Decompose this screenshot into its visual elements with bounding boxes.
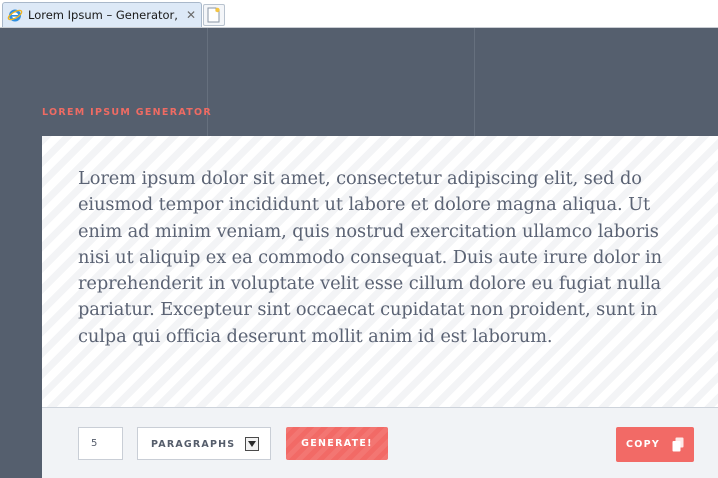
new-tab-icon [207, 7, 220, 23]
unit-select-value: PARAGRAPHS [151, 439, 236, 450]
copy-button[interactable]: COPY [616, 427, 694, 462]
close-icon[interactable]: ✕ [186, 9, 196, 21]
generate-button[interactable]: GENERATE! [286, 427, 388, 460]
column-guide [474, 28, 475, 136]
output-panel: Lorem ipsum dolor sit amet, consectetur … [42, 136, 718, 407]
copy-button-label: COPY [626, 439, 661, 450]
browser-tab[interactable]: Lorem Ipsum – Generator, ... ✕ [2, 2, 202, 27]
paragraph-count-input[interactable]: 5 [78, 427, 123, 460]
browser-tab-bar: Lorem Ipsum – Generator, ... ✕ [0, 0, 718, 28]
generated-text: Lorem ipsum dolor sit amet, consectetur … [78, 168, 662, 347]
page-title: LOREM IPSUM GENERATOR [42, 107, 212, 118]
copy-icon [672, 437, 684, 452]
column-guide [207, 28, 208, 136]
control-bar: 5 PARAGRAPHS GENERATE! COPY [42, 407, 718, 478]
ie-icon [7, 9, 23, 22]
new-tab-button[interactable] [203, 4, 225, 26]
tab-title: Lorem Ipsum – Generator, ... [28, 8, 180, 22]
chevron-down-icon[interactable] [245, 437, 259, 451]
unit-select[interactable]: PARAGRAPHS [137, 427, 271, 460]
